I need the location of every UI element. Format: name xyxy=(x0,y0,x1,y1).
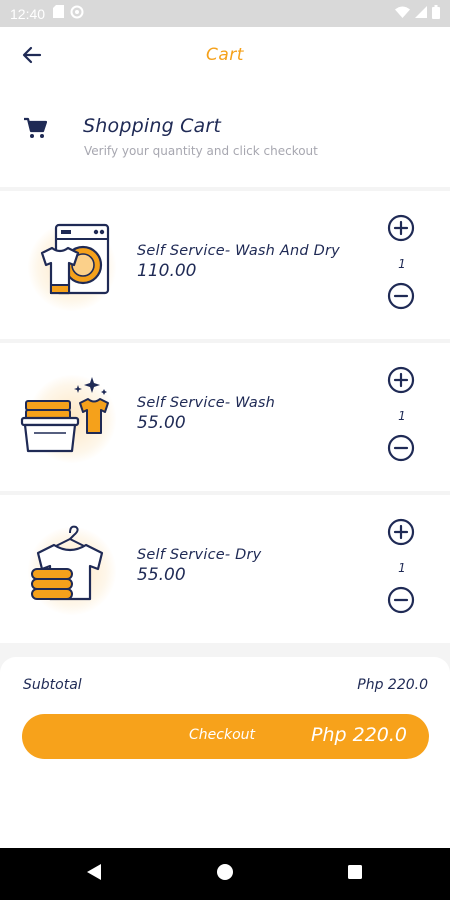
cart-list: Self Service- Wash And Dry 110.00 1 Self… xyxy=(0,191,450,647)
home-circle-icon xyxy=(216,863,234,885)
decrease-quantity-button[interactable] xyxy=(386,434,416,466)
plus-circle-icon xyxy=(387,366,415,398)
back-triangle-icon xyxy=(86,863,102,885)
hanger-shirt-towels-icon xyxy=(20,519,122,619)
item-price: 110.00 xyxy=(137,261,197,281)
decrease-quantity-button[interactable] xyxy=(386,282,416,314)
shopping-cart-icon xyxy=(23,117,48,143)
app-bar: Cart xyxy=(0,27,450,87)
nav-recents-button[interactable] xyxy=(343,862,367,886)
cart-item: Self Service- Wash And Dry 110.00 1 xyxy=(0,191,450,339)
plus-circle-icon xyxy=(387,214,415,246)
quantity-stepper: 1 xyxy=(386,518,418,618)
quantity-stepper: 1 xyxy=(386,214,418,314)
checkout-total: Php 220.0 xyxy=(311,724,407,746)
increase-quantity-button[interactable] xyxy=(386,366,416,398)
subtotal-label: Subtotal xyxy=(23,677,82,693)
minus-circle-icon xyxy=(387,282,415,314)
section-subtitle: Verify your quantity and click checkout xyxy=(84,144,318,158)
washing-machine-shirt-icon xyxy=(20,215,122,315)
checkout-button[interactable]: Checkout Php 220.0 xyxy=(22,714,429,759)
system-nav-bar xyxy=(0,848,450,900)
data-saver-icon xyxy=(70,5,84,23)
nav-home-button[interactable] xyxy=(213,862,237,886)
cart-item: Self Service- Dry 55.00 1 xyxy=(0,495,450,643)
item-quantity: 1 xyxy=(398,409,406,423)
decrease-quantity-button[interactable] xyxy=(386,586,416,618)
status-time: 12:40 xyxy=(10,5,46,22)
wifi-icon xyxy=(395,6,410,22)
cart-item: Self Service- Wash 55.00 1 xyxy=(0,343,450,491)
subtotal-value: Php 220.0 xyxy=(357,677,428,693)
recents-square-icon xyxy=(347,864,363,884)
basket-shirt-sparkle-icon xyxy=(20,367,122,467)
increase-quantity-button[interactable] xyxy=(386,518,416,550)
page-title: Cart xyxy=(206,45,244,65)
section-title: Shopping Cart xyxy=(83,115,222,137)
minus-circle-icon xyxy=(387,434,415,466)
item-quantity: 1 xyxy=(398,257,406,271)
item-name: Self Service- Wash xyxy=(137,395,276,411)
item-quantity: 1 xyxy=(398,561,406,575)
item-name: Self Service- Dry xyxy=(137,547,262,563)
item-price: 55.00 xyxy=(137,413,186,433)
cart-header: Shopping Cart Verify your quantity and c… xyxy=(0,87,450,187)
plus-circle-icon xyxy=(387,518,415,550)
quantity-stepper: 1 xyxy=(386,366,418,466)
sd-card-icon xyxy=(53,5,65,22)
battery-icon xyxy=(432,4,440,23)
item-name: Self Service- Wash And Dry xyxy=(137,243,340,259)
checkout-label: Checkout xyxy=(189,727,255,743)
minus-circle-icon xyxy=(387,586,415,618)
increase-quantity-button[interactable] xyxy=(386,214,416,246)
nav-back-button[interactable] xyxy=(82,862,106,886)
signal-icon xyxy=(415,5,427,22)
item-price: 55.00 xyxy=(137,565,186,585)
checkout-panel: Subtotal Php 220.0 Checkout Php 220.0 xyxy=(0,657,450,848)
status-bar: 12:40 xyxy=(0,0,450,27)
